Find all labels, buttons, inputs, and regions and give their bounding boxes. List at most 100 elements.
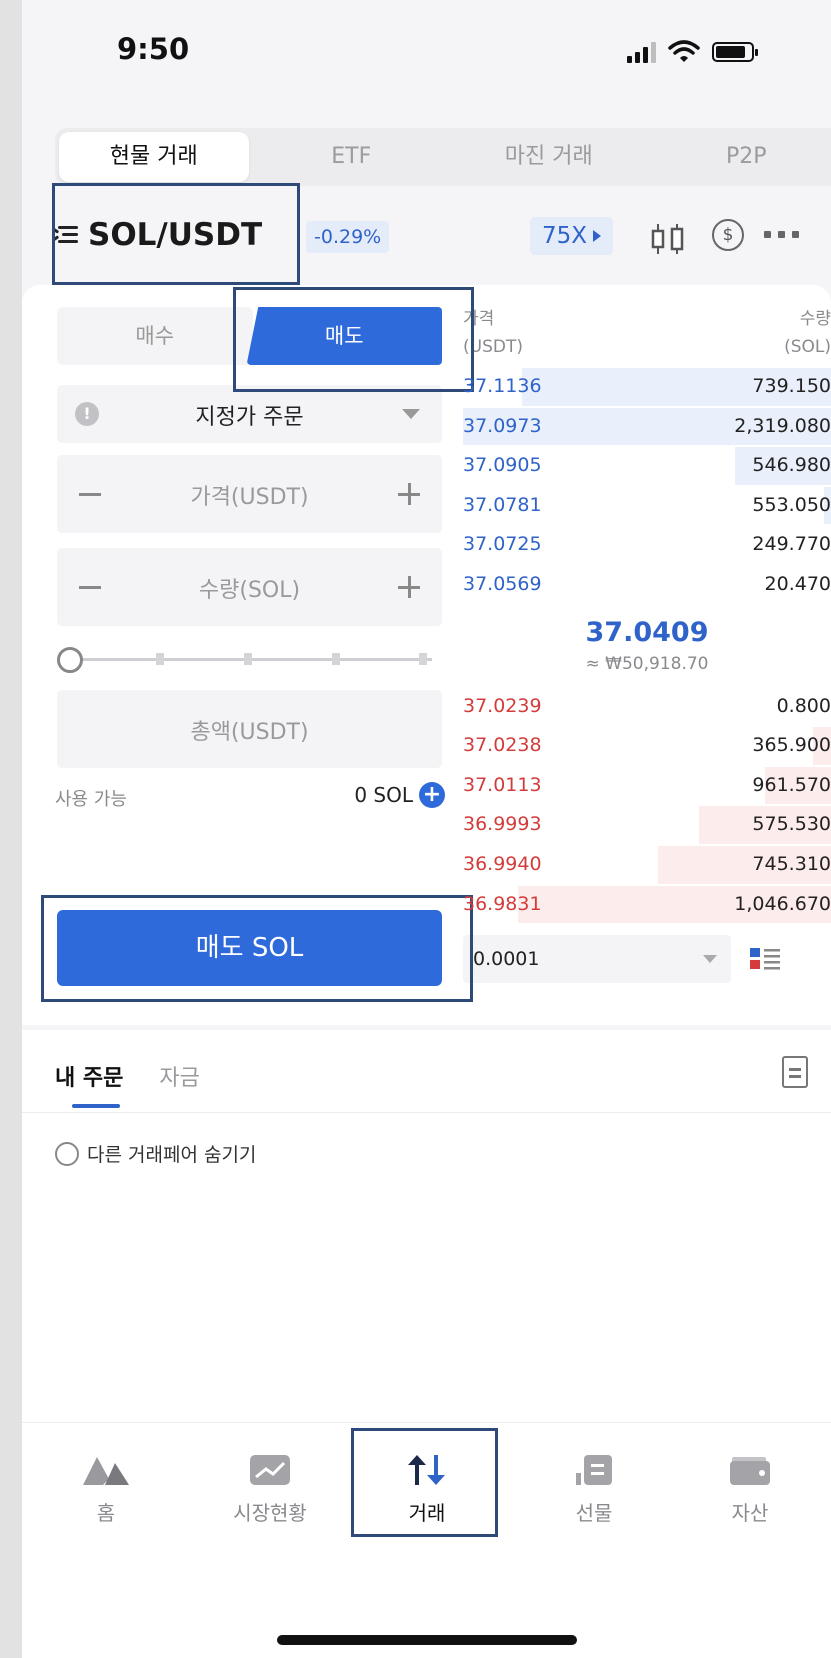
phone-screen: 9:50 현물 거래 ETF 마진 거래 P2P SOL/USDT -0.29%…	[22, 0, 831, 1658]
status-icons	[627, 40, 758, 64]
active-tab-underline	[72, 1104, 120, 1108]
wallet-icon	[730, 1457, 770, 1485]
ask-row[interactable]: 37.0905 546.980	[463, 446, 831, 486]
orders-tabs: 내 주문 자금	[55, 1060, 200, 1092]
market-chart-icon	[250, 1455, 290, 1485]
tab-etf[interactable]: ETF	[257, 132, 447, 182]
bid-qty: 0.800	[776, 694, 831, 717]
price-header: 가격	[463, 309, 495, 329]
order-type-label: 지정가 주문	[195, 405, 304, 430]
qty-header: 수량	[799, 309, 831, 329]
price-input[interactable]: 가격(USDT)	[57, 479, 442, 511]
ask-row[interactable]: 37.0973 2,319.080	[463, 407, 831, 447]
amount-slider[interactable]	[57, 645, 442, 675]
bid-qty: 745.310	[752, 852, 831, 875]
candlestick-chart-icon[interactable]	[648, 223, 688, 255]
tab-my-orders[interactable]: 내 주문	[55, 1060, 123, 1092]
available-label: 사용 가능	[55, 789, 127, 810]
order-type-dropdown[interactable]: ! 지정가 주문	[57, 385, 442, 443]
nav-futures[interactable]: 선물	[534, 1453, 654, 1526]
pair-header: SOL/USDT -0.29% 75X $	[22, 205, 831, 275]
order-book-header: 가격 (USDT) 수량 (SOL)	[463, 305, 831, 367]
bid-row[interactable]: 37.0238 365.900	[463, 726, 831, 766]
order-book: 가격 (USDT) 수량 (SOL) 37.1136 739.150 37.0973 2…	[463, 305, 831, 924]
futures-icon	[576, 1455, 612, 1485]
cellular-signal-icon	[627, 41, 656, 63]
ask-price: 37.0781	[463, 493, 542, 516]
bid-row[interactable]: 37.0239 0.800	[463, 687, 831, 727]
nav-assets[interactable]: 자산	[690, 1453, 810, 1526]
ask-qty: 546.980	[752, 454, 831, 477]
price-stepper[interactable]: 가격(USDT)	[57, 455, 442, 533]
sell-sol-button[interactable]: 매도 SOL	[57, 910, 442, 986]
amount-stepper[interactable]: 수량(SOL)	[57, 548, 442, 626]
bid-row[interactable]: 37.0113 961.570	[463, 766, 831, 806]
bid-price: 36.9993	[463, 813, 542, 836]
bid-row[interactable]: 36.9940 745.310	[463, 845, 831, 885]
ask-row[interactable]: 37.0725 249.770	[463, 525, 831, 565]
bid-qty: 365.900	[752, 734, 831, 757]
battery-icon	[712, 42, 758, 62]
hide-other-pairs-label: 다른 거래페어 숨기기	[87, 1144, 257, 1166]
play-arrow-icon	[593, 230, 602, 242]
pair-symbol: SOL/USDT	[88, 217, 263, 253]
radio-icon[interactable]	[55, 1141, 79, 1166]
nav-trade[interactable]: 거래	[367, 1453, 487, 1526]
nav-market-label: 시장현황	[233, 1501, 307, 1525]
precision-value: 0.0001	[473, 948, 540, 970]
bid-qty: 1,046.670	[734, 892, 831, 915]
amount-input[interactable]: 수량(SOL)	[57, 572, 442, 604]
qty-unit: (SOL)	[784, 337, 831, 357]
pair-menu-icon	[51, 224, 78, 246]
last-price: 37.0409	[585, 616, 709, 648]
bid-price: 37.0238	[463, 734, 542, 757]
sell-tab[interactable]: 매도	[246, 307, 442, 365]
price-plus-icon[interactable]	[398, 483, 420, 505]
caret-down-icon	[402, 409, 420, 419]
ask-row[interactable]: 37.1136 739.150	[463, 367, 831, 407]
tab-margin[interactable]: 마진 거래	[454, 132, 644, 182]
available-value: 0 SOL	[354, 783, 413, 807]
bid-row[interactable]: 36.9993 575.530	[463, 805, 831, 845]
amount-plus-icon[interactable]	[398, 576, 420, 598]
ask-row[interactable]: 37.0781 553.050	[463, 486, 831, 526]
bid-price: 36.9831	[463, 892, 542, 915]
order-history-icon[interactable]	[782, 1056, 808, 1088]
book-layout-icon[interactable]	[748, 945, 782, 973]
leverage-button[interactable]: 75X	[530, 217, 614, 255]
hide-other-pairs-toggle[interactable]: 다른 거래페어 숨기기	[55, 1140, 256, 1167]
more-options-icon[interactable]	[764, 231, 799, 238]
ask-price: 37.0725	[463, 533, 542, 556]
wifi-icon	[668, 40, 700, 62]
bid-price: 36.9940	[463, 852, 542, 875]
ask-qty: 553.050	[752, 493, 831, 516]
caret-down-icon	[703, 955, 717, 963]
available-balance: 사용 가능 0 SOL +	[55, 782, 445, 811]
total-input[interactable]: 총액(USDT)	[57, 690, 442, 768]
buy-sell-toggle: 매수 매도	[57, 307, 442, 365]
orders-panel: 내 주문 자금 다른 거래페어 숨기기	[22, 1030, 831, 1422]
home-indicator	[277, 1635, 577, 1645]
total-placeholder: 총액(USDT)	[190, 720, 309, 745]
market-type-tabs: 현물 거래 ETF 마진 거래 P2P	[55, 128, 831, 186]
tab-p2p[interactable]: P2P	[652, 132, 831, 182]
pair-selector[interactable]: SOL/USDT	[51, 217, 263, 253]
bid-qty: 961.570	[752, 773, 831, 796]
slider-handle[interactable]	[57, 647, 83, 673]
ask-qty: 2,319.080	[734, 414, 831, 437]
nav-market[interactable]: 시장현황	[210, 1453, 330, 1526]
ask-row[interactable]: 37.0569 20.470	[463, 565, 831, 605]
bid-row[interactable]: 36.9831 1,046.670	[463, 885, 831, 925]
last-price-krw: ≈ ₩50,918.70	[585, 653, 709, 674]
dollar-icon[interactable]: $	[712, 219, 744, 251]
precision-dropdown[interactable]: 0.0001	[463, 935, 731, 983]
mid-price-block: 37.0409 ≈ ₩50,918.70	[463, 605, 831, 687]
trade-arrows-icon	[408, 1455, 445, 1485]
ask-price: 37.0973	[463, 414, 542, 437]
price-unit: (USDT)	[463, 337, 523, 357]
add-funds-icon[interactable]: +	[419, 782, 445, 808]
tab-funds[interactable]: 자금	[159, 1060, 199, 1092]
tab-spot[interactable]: 현물 거래	[59, 132, 249, 182]
buy-tab[interactable]: 매수	[57, 307, 253, 365]
nav-home[interactable]: 홈	[46, 1453, 166, 1526]
